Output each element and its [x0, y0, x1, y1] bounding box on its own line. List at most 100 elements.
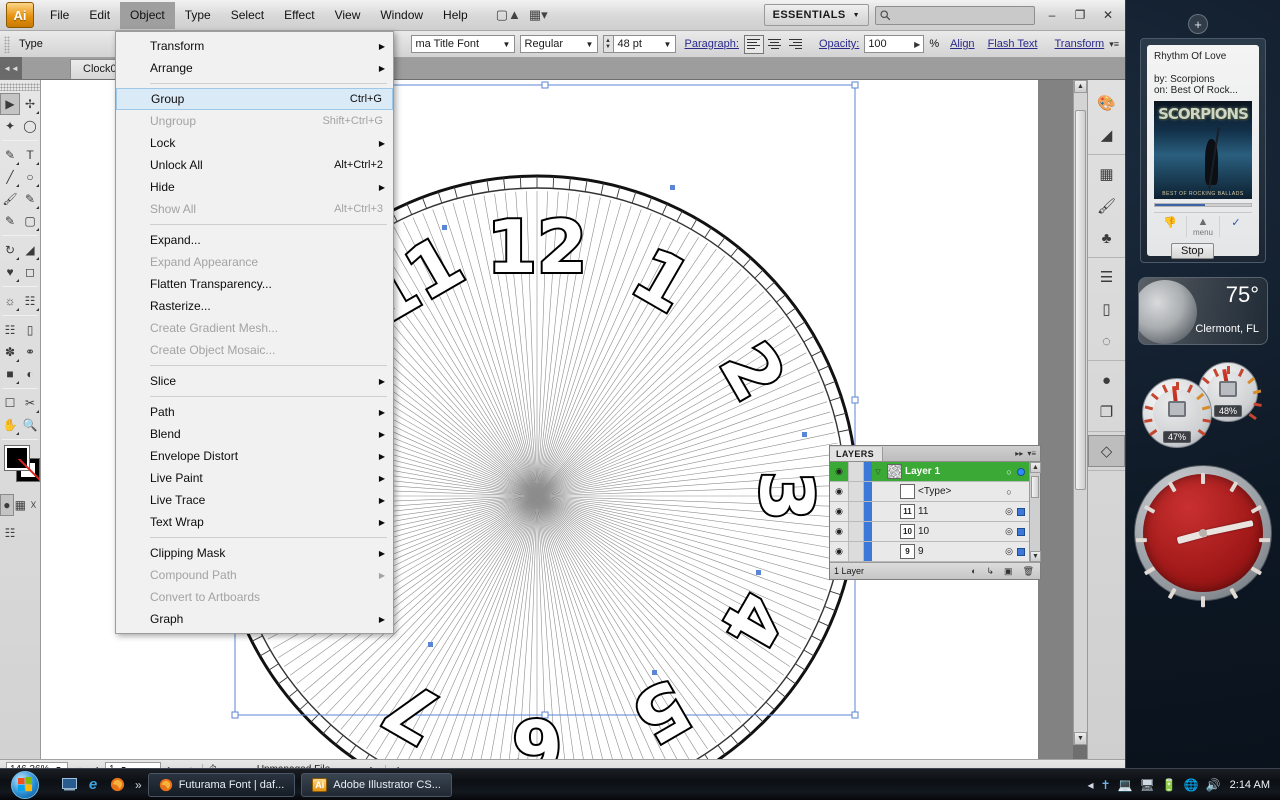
menu-item-flatten-transparency[interactable]: Flatten Transparency...: [116, 273, 393, 295]
canvas-vertical-scrollbar[interactable]: ▲ ▼: [1073, 80, 1087, 745]
battery-icon[interactable]: 🔋: [1162, 778, 1177, 792]
layer-visibility-icon[interactable]: ◉: [830, 526, 848, 537]
layers-panel-icon[interactable]: ◇: [1088, 435, 1125, 467]
layer-expand-arrow[interactable]: ▽: [872, 468, 884, 476]
layer-row[interactable]: ◉ 11 11 ◎: [830, 502, 1029, 522]
layer-name[interactable]: 10: [918, 526, 1001, 537]
fill-stroke-swatches[interactable]: [3, 444, 40, 490]
layers-scroll-down-arrow[interactable]: ▼: [1030, 551, 1041, 562]
arrange-documents-icon[interactable]: ▦▾: [529, 7, 548, 23]
menu-item-transform[interactable]: Transform ▶: [116, 35, 393, 57]
window-restore-button[interactable]: ❐: [1069, 5, 1091, 25]
layer-lock-toggle[interactable]: [848, 502, 864, 521]
control-bar-menu-icon[interactable]: ▾≡: [1109, 39, 1121, 50]
direct-selection-tool[interactable]: ✢: [20, 93, 40, 115]
paintbrush-tool[interactable]: 🖌: [0, 188, 20, 210]
start-button[interactable]: [2, 770, 48, 800]
chevron-left-icon[interactable]: ◂: [1088, 778, 1094, 792]
gradient-tool[interactable]: ▯: [20, 319, 40, 341]
eraser-tool[interactable]: ▢: [20, 210, 40, 232]
menu-item-live-trace[interactable]: Live Trace ▶: [116, 489, 393, 511]
none-mode-button[interactable]: ☓: [27, 494, 40, 516]
tools-panel-grip[interactable]: [0, 83, 40, 91]
menu-item-unlock-all[interactable]: Unlock All Alt+Ctrl+2: [116, 154, 393, 176]
color-panel-icon[interactable]: 🎨: [1088, 87, 1125, 119]
pencil-tool[interactable]: ✎: [20, 188, 40, 210]
workspace-switcher[interactable]: ESSENTIALS ▼: [763, 4, 869, 26]
media-stop-button[interactable]: Stop: [1171, 243, 1214, 259]
volume-icon[interactable]: 🔊: [1206, 778, 1221, 792]
column-graph-tool[interactable]: ☷: [20, 290, 40, 312]
layer-lock-toggle[interactable]: [848, 462, 864, 481]
collapse-to-icons-icon[interactable]: ▸▸: [1015, 449, 1023, 458]
layer-target-icon[interactable]: ○: [1001, 487, 1017, 497]
layer-target-icon[interactable]: ◎: [1001, 526, 1017, 537]
media-progress-bar[interactable]: [1154, 203, 1252, 207]
app-logo-icon[interactable]: Ai: [6, 2, 34, 28]
create-sublayer-icon[interactable]: ↳: [987, 566, 995, 577]
new-layer-icon[interactable]: ▣: [1004, 566, 1013, 577]
menu-type[interactable]: Type: [175, 2, 221, 29]
transform-link[interactable]: Transform: [1055, 38, 1105, 50]
layer-target-icon[interactable]: ○: [1001, 467, 1017, 477]
warp-tool[interactable]: ♥: [0, 261, 20, 283]
swatches-panel-icon[interactable]: ▦: [1088, 158, 1125, 190]
layers-scroll-up-arrow[interactable]: ▲: [1030, 462, 1041, 473]
layer-lock-toggle[interactable]: [848, 542, 864, 561]
layer-name[interactable]: <Type>: [918, 486, 1001, 497]
free-transform-tool[interactable]: ◻: [20, 261, 40, 283]
live-paint-selection-tool[interactable]: ◐: [20, 363, 40, 385]
menu-item-group[interactable]: Group Ctrl+G: [116, 88, 393, 110]
graphic-styles-panel-icon[interactable]: ❐: [1088, 396, 1125, 428]
menu-item-path[interactable]: Path ▶: [116, 401, 393, 423]
menu-item-rasterize[interactable]: Rasterize...: [116, 295, 393, 317]
menu-select[interactable]: Select: [221, 2, 274, 29]
font-style-dropdown[interactable]: Regular ▼: [519, 35, 598, 53]
layer-row[interactable]: ◉ ▽ Layer 1 ○: [830, 462, 1029, 482]
taskbar-window-illustrator[interactable]: Ai Adobe Illustrator CS...: [301, 772, 452, 797]
panel-menu-icon[interactable]: ▾≡: [1027, 449, 1036, 458]
layer-visibility-icon[interactable]: ◉: [830, 466, 848, 477]
layers-scrollbar[interactable]: ▲ ▼: [1029, 462, 1041, 562]
layer-name[interactable]: 11: [918, 506, 1001, 517]
taskbar-window-firefox[interactable]: Futurama Font | daf...: [147, 772, 296, 797]
menu-item-arrange[interactable]: Arrange ▶: [116, 57, 393, 79]
color-mode-button[interactable]: ●: [0, 494, 14, 516]
menu-object[interactable]: Object: [120, 1, 175, 29]
type-tool[interactable]: T: [20, 144, 40, 166]
layers-panel[interactable]: LAYERS ▸▸ ▾≡ ◉ ▽ Layer 1 ○ ◉ <Type> ○ ◉ 11 11 ◎ ◉ 10…: [829, 445, 1041, 580]
menu-effect[interactable]: Effect: [274, 2, 324, 29]
flash-text-link[interactable]: Flash Text: [988, 38, 1038, 50]
line-segment-tool[interactable]: ╱: [0, 166, 20, 188]
object-menu-dropdown[interactable]: Transform ▶ Arrange ▶ Group Ctrl+G Ungroup Shif…: [115, 31, 394, 634]
brushes-panel-icon[interactable]: 🖌: [1088, 190, 1125, 222]
pen-tool[interactable]: ✎: [0, 144, 20, 166]
menu-item-expand[interactable]: Expand...: [116, 229, 393, 251]
layer-target-icon[interactable]: ◎: [1001, 546, 1017, 557]
search-input[interactable]: [875, 5, 1035, 25]
layer-row[interactable]: ◉ 10 10 ◎: [830, 522, 1029, 542]
magic-wand-tool[interactable]: ✦: [0, 115, 20, 137]
scroll-down-arrow[interactable]: ▼: [1074, 732, 1087, 745]
layer-row[interactable]: ◉ <Type> ○: [830, 482, 1029, 502]
symbols-panel-icon[interactable]: ♣: [1088, 222, 1125, 254]
menu-item-hide[interactable]: Hide ▶: [116, 176, 393, 198]
blend-tool[interactable]: ⚭: [20, 341, 40, 363]
align-link[interactable]: Align: [950, 38, 974, 50]
blob-brush-tool[interactable]: ✎: [0, 210, 20, 232]
font-family-dropdown[interactable]: ma Title Font ▼: [410, 35, 515, 53]
menu-help[interactable]: Help: [433, 2, 478, 29]
menu-view[interactable]: View: [325, 2, 371, 29]
gradient-mode-button[interactable]: ▦: [14, 494, 27, 516]
gradient-panel-icon[interactable]: ◢: [1088, 119, 1125, 151]
zoom-tool[interactable]: 🔍: [20, 414, 40, 436]
make-clipping-mask-icon[interactable]: ◐: [971, 566, 976, 577]
control-bar-grip[interactable]: [4, 35, 10, 53]
network-icon[interactable]: 🌐: [1184, 778, 1199, 792]
analog-clock-gadget[interactable]: [1134, 465, 1272, 608]
bluetooth-icon[interactable]: ✝: [1101, 778, 1111, 792]
gradient-panel-icon-2[interactable]: ▯: [1088, 293, 1125, 325]
layer-target-icon[interactable]: ◎: [1001, 506, 1017, 517]
menu-item-live-paint[interactable]: Live Paint ▶: [116, 467, 393, 489]
opacity-link[interactable]: Opacity:: [819, 38, 859, 50]
